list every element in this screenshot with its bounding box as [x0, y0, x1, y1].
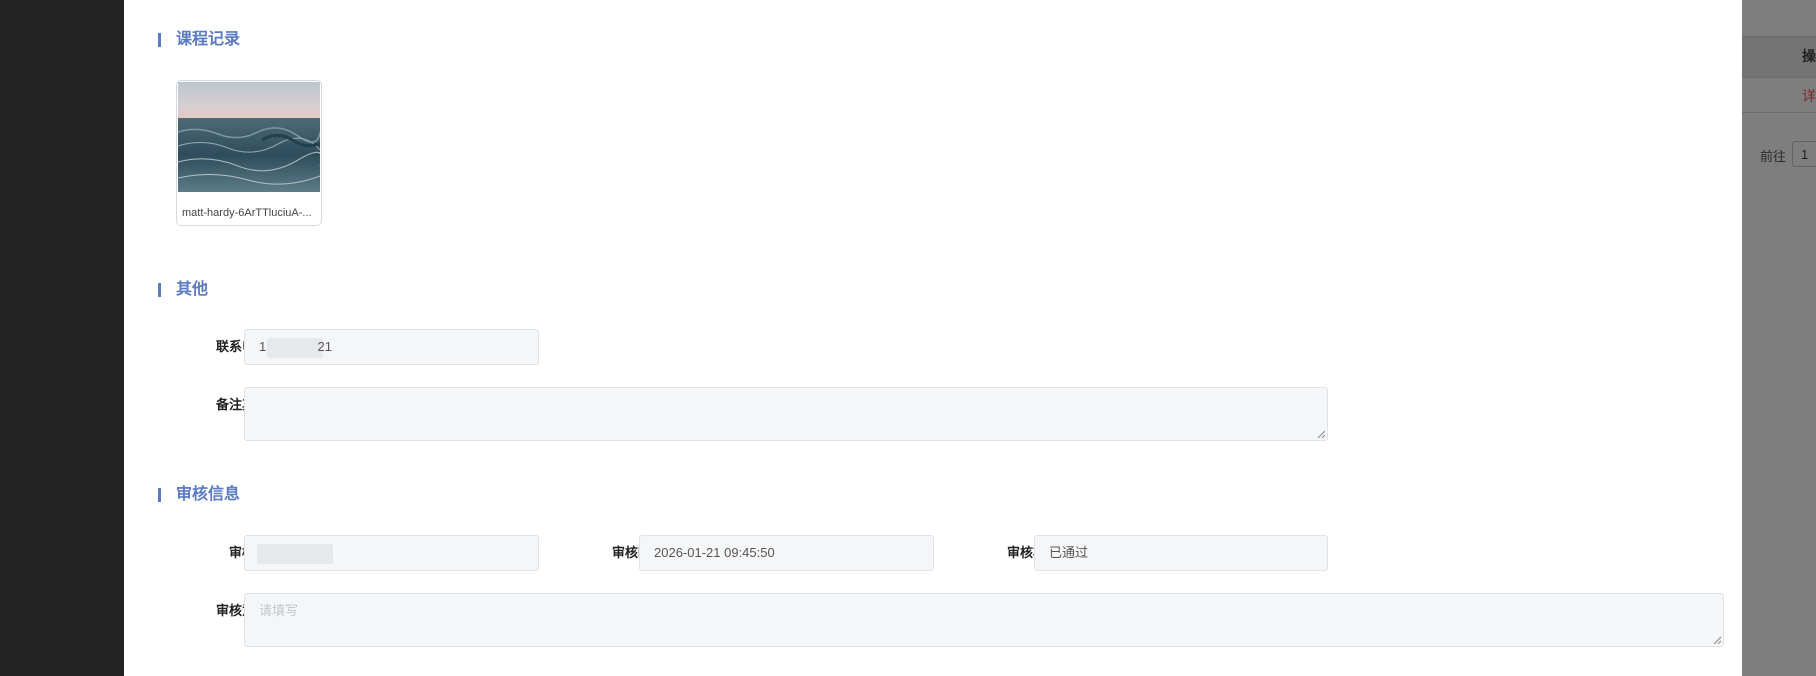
- attachment-card[interactable]: matt-hardy-6ArTTluciuA-...: [176, 80, 322, 226]
- phone-mask: [267, 337, 324, 358]
- overlay-left: [0, 0, 124, 676]
- attachment-filename: matt-hardy-6ArTTluciuA-...: [182, 207, 312, 219]
- bg-goto-input: 1: [1792, 141, 1816, 167]
- section-title-other: 其他: [176, 281, 209, 298]
- phone-field[interactable]: 13 21: [244, 329, 539, 365]
- bg-header-text: 操: [1802, 48, 1816, 64]
- bg-row-divider: [1742, 112, 1816, 113]
- section-title-course-records: 课程记录: [176, 31, 241, 48]
- review-opinion-placeholder: 请填写: [259, 603, 299, 618]
- reviewer-field[interactable]: [244, 535, 539, 571]
- remark-textarea[interactable]: [244, 387, 1328, 441]
- phone-suffix: 21: [317, 339, 332, 354]
- review-time-field[interactable]: 2026-01-21 09:45:50: [639, 535, 934, 571]
- ocean-image: [178, 82, 320, 192]
- review-opinion-textarea[interactable]: 请填写: [244, 593, 1724, 647]
- bg-row-link: 详: [1802, 88, 1816, 104]
- bg-goto-label: 前往: [1760, 149, 1787, 164]
- section-title-review: 审核信息: [176, 486, 241, 503]
- background-page: 操 详 前往 1: [1742, 0, 1816, 676]
- resize-handle-icon[interactable]: [1317, 430, 1325, 438]
- review-status-field[interactable]: 已通过: [1034, 535, 1328, 571]
- resize-handle-icon[interactable]: [1713, 636, 1721, 644]
- detail-dialog: 课程记录 matt-hardy-6ArTTluciuA-... 其他 联系电话 …: [124, 0, 1742, 676]
- reviewer-mask: [257, 543, 333, 564]
